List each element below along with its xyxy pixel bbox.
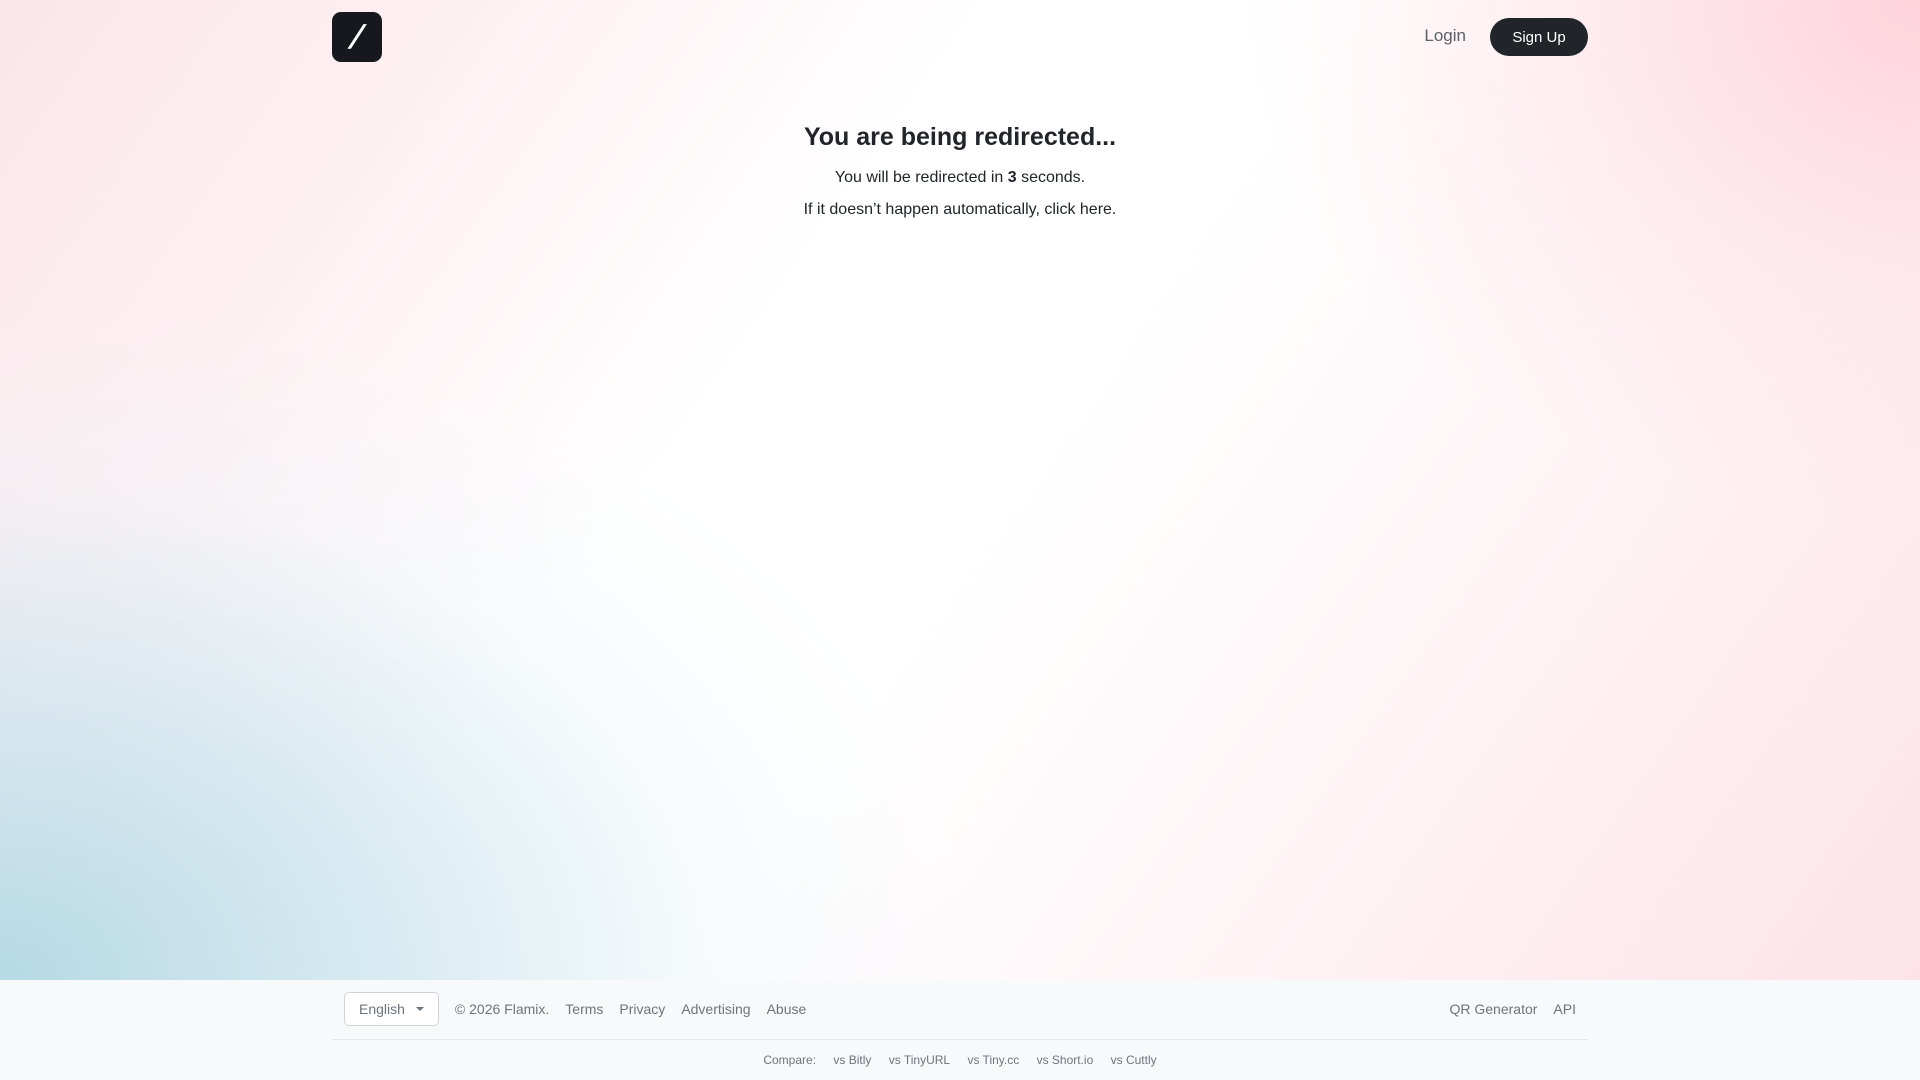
footer: English © 2026 Flamix. Terms Privacy Adv… — [0, 980, 1920, 1080]
compare-link-cuttly[interactable]: vs Cuttly — [1111, 1053, 1157, 1067]
compare-label: Compare: — [763, 1053, 817, 1067]
compare-link-tinycc[interactable]: vs Tiny.cc — [967, 1053, 1019, 1067]
login-link[interactable]: Login — [1424, 26, 1466, 46]
flamix-logo[interactable]: / — [332, 12, 382, 62]
countdown-prefix: You will be redirected in — [834, 169, 1008, 186]
redirect-panel: You are being redirected... You will be … — [0, 120, 1920, 220]
compare-link-tinyurl[interactable]: vs TinyURL — [889, 1053, 950, 1067]
slash-logo-icon: / — [349, 19, 366, 54]
compare-row: Compare: vs Bitly vs TinyURL vs Tiny.cc … — [332, 1053, 1588, 1067]
footer-link-abuse[interactable]: Abuse — [767, 1001, 807, 1017]
countdown-suffix: seconds. — [1016, 169, 1086, 186]
footer-link-privacy[interactable]: Privacy — [619, 1001, 665, 1017]
copyright-text: © 2026 Flamix. — [454, 1001, 550, 1017]
footer-divider — [332, 1039, 1588, 1040]
signup-button[interactable]: Sign Up — [1490, 18, 1588, 56]
fallback-prefix: If it doesn’t happen automatically, — [803, 201, 1045, 218]
countdown-message: You will be redirected in 3 seconds. — [0, 168, 1920, 188]
page-title: You are being redirected... — [803, 123, 1117, 151]
countdown-seconds: 3 — [1007, 169, 1017, 186]
caret-down-icon — [415, 1007, 424, 1011]
language-select[interactable]: English — [344, 992, 439, 1026]
footer-link-terms[interactable]: Terms — [565, 1001, 603, 1017]
compare-link-bitly[interactable]: vs Bitly — [833, 1053, 871, 1067]
footer-link-advertising[interactable]: Advertising — [681, 1001, 750, 1017]
footer-link-api[interactable]: API — [1553, 1001, 1576, 1017]
compare-link-shortio[interactable]: vs Short.io — [1037, 1053, 1094, 1067]
language-selected: English — [359, 1001, 405, 1017]
top-navbar: / Login Sign Up — [332, 12, 1588, 62]
footer-main-row: English © 2026 Flamix. Terms Privacy Adv… — [344, 992, 1576, 1026]
fallback-message: If it doesn’t happen automatically, clic… — [0, 200, 1920, 220]
footer-container: English © 2026 Flamix. Terms Privacy Adv… — [332, 980, 1588, 1080]
click-here-link[interactable]: click here — [1044, 201, 1112, 218]
fallback-suffix: . — [1111, 201, 1117, 218]
footer-link-qr-generator[interactable]: QR Generator — [1449, 1001, 1537, 1017]
